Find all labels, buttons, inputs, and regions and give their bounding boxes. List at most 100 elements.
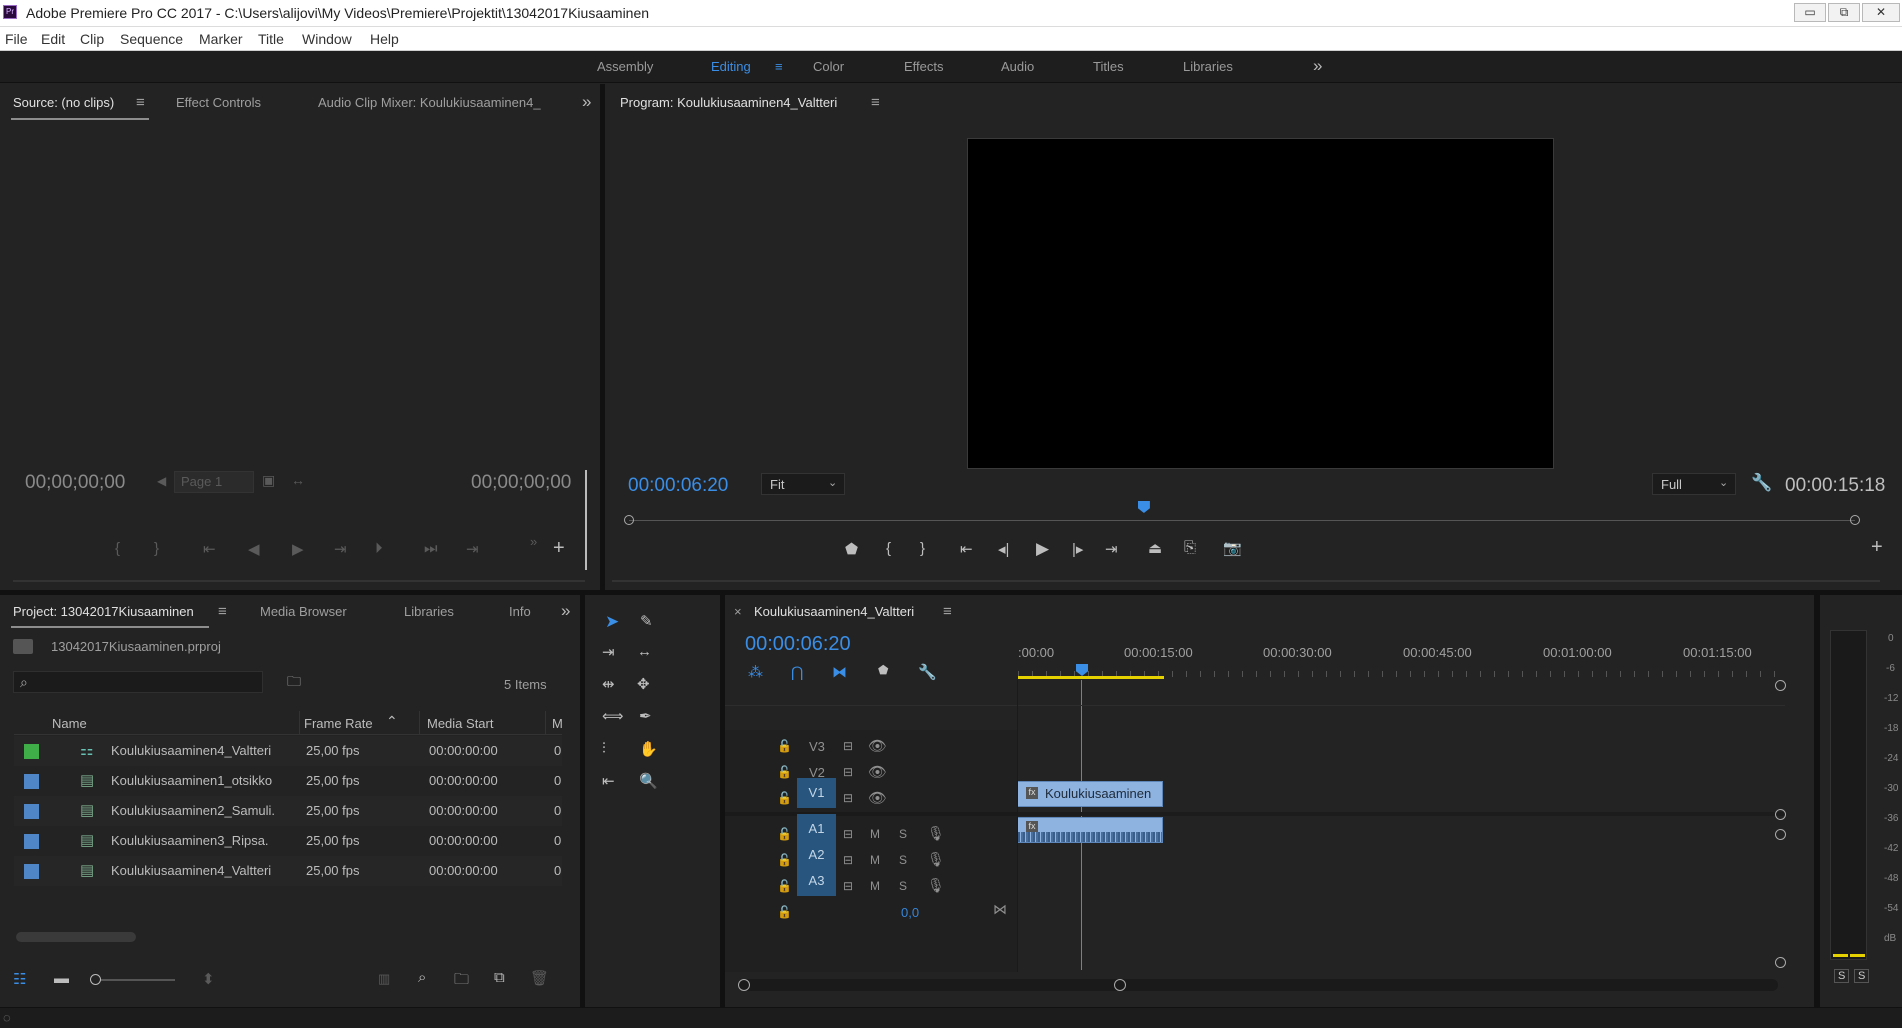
label-color-swatch[interactable] (24, 774, 39, 789)
menu-file[interactable]: File (5, 31, 28, 47)
menu-marker[interactable]: Marker (199, 31, 243, 47)
lock-icon[interactable]: 🔓 (777, 739, 792, 753)
tab-media-browser[interactable]: Media Browser (260, 604, 347, 619)
mute-button[interactable]: M (870, 879, 880, 893)
microphone-icon[interactable]: 🎙 (927, 877, 945, 894)
close-sequence-icon[interactable]: × (734, 604, 742, 619)
program-playhead[interactable] (1137, 501, 1150, 513)
lock-icon[interactable]: 🔓 (777, 879, 792, 893)
project-row[interactable]: ⚏ Koulukiusaaminen4_Valtteri 25,00 fps 0… (14, 736, 562, 766)
sync-lock-icon[interactable]: ⊟ (843, 791, 853, 805)
program-add-button[interactable]: + (1871, 536, 1883, 559)
solo-button[interactable]: S (899, 827, 907, 841)
fit-select[interactable]: Fit ⌄ (761, 473, 845, 495)
add-marker-timeline-icon[interactable]: ⬟ (878, 663, 888, 677)
label-color-swatch[interactable] (24, 744, 39, 759)
rate-stretch-tool-icon[interactable]: ⟺ (602, 707, 624, 725)
timeline-settings-wrench-icon[interactable]: 🔧 (918, 663, 937, 681)
zoom-slider-handle[interactable] (90, 974, 101, 985)
eye-icon[interactable]: 👁 (868, 737, 887, 755)
selection-tool-icon[interactable]: ➤ (605, 612, 619, 632)
program-time-ruler[interactable] (624, 501, 1860, 531)
slip-tool-icon[interactable]: ↔ (637, 643, 652, 660)
program-title[interactable]: Program: Koulukiusaaminen4_Valtteri (620, 95, 837, 110)
new-bin-icon[interactable]: 🗀 (454, 969, 469, 994)
step-forward-icon[interactable]: |▸ (1072, 540, 1083, 558)
zoom-handle-right[interactable] (1114, 979, 1126, 991)
tab-info[interactable]: Info (509, 604, 533, 619)
menu-title[interactable]: Title (258, 31, 284, 47)
timeline-vscroll-handle[interactable] (1775, 809, 1786, 820)
tab-libraries[interactable]: Libraries (404, 604, 454, 619)
meter-solo-right-button[interactable]: S (1854, 969, 1870, 983)
source-scrub-bar[interactable] (13, 580, 585, 582)
workspace-audio[interactable]: Audio (1001, 59, 1034, 74)
nest-icon[interactable]: ⁂ (748, 663, 763, 681)
work-area-bar[interactable] (1018, 676, 1164, 679)
timeline-vscroll-handle[interactable] (1775, 680, 1786, 691)
source-timecode-out[interactable]: 00;00;00;00 (471, 472, 571, 494)
timeline-timecode[interactable]: 00:00:06:20 (745, 633, 851, 656)
master-go-to-icon[interactable]: ⋈ (993, 901, 1007, 918)
workspace-assembly[interactable]: Assembly (597, 59, 653, 74)
eye-icon[interactable]: 👁 (868, 789, 887, 807)
track-label-a3[interactable]: A3 (797, 866, 836, 896)
step-back-icon[interactable]: ◂| (998, 540, 1009, 558)
rolling-edit-tool-icon[interactable]: ⫶ (602, 740, 606, 757)
lift-icon[interactable]: ⏏ (1148, 539, 1162, 557)
microphone-icon[interactable]: 🎙 (927, 825, 945, 842)
find-icon[interactable]: ⌕ (418, 969, 426, 986)
panel-divider-vertical[interactable] (720, 595, 725, 1007)
workspace-editing[interactable]: Editing (711, 59, 751, 74)
program-zoom-handle-left[interactable] (624, 515, 634, 525)
minimize-button[interactable]: ▭ (1794, 3, 1826, 22)
project-row[interactable]: ▤ Koulukiusaaminen4_Valtteri 25,00 fps 0… (14, 856, 562, 886)
menu-clip[interactable]: Clip (80, 31, 104, 47)
program-playhead-timecode[interactable]: 00:00:06:20 (628, 475, 728, 497)
workspace-menu-icon[interactable]: ≡ (775, 59, 783, 74)
icon-view-icon[interactable]: ▬ (54, 970, 69, 987)
panel-divider-vertical[interactable] (600, 84, 605, 590)
timeline-zoom-scrollbar[interactable] (738, 979, 1778, 991)
timeline-ruler[interactable]: :00:00 00:00:15:00 00:00:30:00 00:00:45:… (1018, 635, 1778, 680)
column-media-start[interactable]: Media Start (427, 716, 493, 731)
tab-audio-clip-mixer[interactable]: Audio Clip Mixer: Koulukiusaaminen4_ (318, 95, 541, 110)
timeline-vscroll-handle[interactable] (1775, 957, 1786, 968)
panel-divider-vertical[interactable] (580, 595, 585, 1007)
sync-lock-icon[interactable]: ⊟ (843, 765, 853, 779)
resolution-select[interactable]: Full ⌄ (1652, 473, 1736, 495)
sort-ascending-icon[interactable]: ⌃ (386, 713, 398, 730)
label-color-swatch[interactable] (24, 864, 39, 879)
project-search-input[interactable]: ⌕ (13, 671, 263, 693)
sync-lock-icon[interactable]: ⊟ (843, 853, 853, 867)
eye-icon[interactable]: 👁 (868, 763, 887, 781)
timeline-vscroll-handle[interactable] (1775, 829, 1786, 840)
label-color-swatch[interactable] (24, 834, 39, 849)
mute-button[interactable]: M (870, 827, 880, 841)
snap-magnet-icon[interactable]: ⋂ (791, 663, 803, 681)
panel-divider-vertical[interactable] (1814, 595, 1820, 1007)
workspace-titles[interactable]: Titles (1093, 59, 1124, 74)
project-row[interactable]: ▤ Koulukiusaaminen2_Samuli. 25,00 fps 00… (14, 796, 562, 826)
lock-icon[interactable]: 🔓 (777, 765, 792, 779)
column-name[interactable]: Name (52, 716, 87, 731)
razor-tool-icon[interactable]: ✎ (640, 612, 653, 630)
track-select-backward-icon[interactable]: ⇤ (602, 772, 615, 790)
sync-lock-icon[interactable]: ⊟ (843, 739, 853, 753)
source-timecode-in[interactable]: 00;00;00;00 (25, 472, 125, 494)
solo-button[interactable]: S (899, 879, 907, 893)
project-menu-icon[interactable]: ≡ (218, 603, 227, 620)
add-marker-icon[interactable]: ⬟ (845, 540, 858, 558)
ripple-edit-tool-icon[interactable]: ⇹ (602, 675, 615, 693)
export-frame-icon[interactable]: 📷 (1223, 539, 1242, 557)
project-row[interactable]: ▤ Koulukiusaaminen3_Ripsa. 25,00 fps 00:… (14, 826, 562, 856)
zoom-handle-left[interactable] (738, 979, 750, 991)
extract-icon[interactable]: ⎘ (1184, 539, 1196, 556)
video-audio-divider[interactable] (725, 812, 1785, 816)
linked-selection-icon[interactable]: ⧓ (832, 663, 847, 681)
master-volume-value[interactable]: 0,0 (901, 905, 919, 920)
lock-icon[interactable]: 🔓 (777, 853, 792, 867)
play-icon[interactable]: ▶ (1036, 539, 1049, 559)
sync-lock-icon[interactable]: ⊟ (843, 879, 853, 893)
menu-sequence[interactable]: Sequence (120, 31, 183, 47)
